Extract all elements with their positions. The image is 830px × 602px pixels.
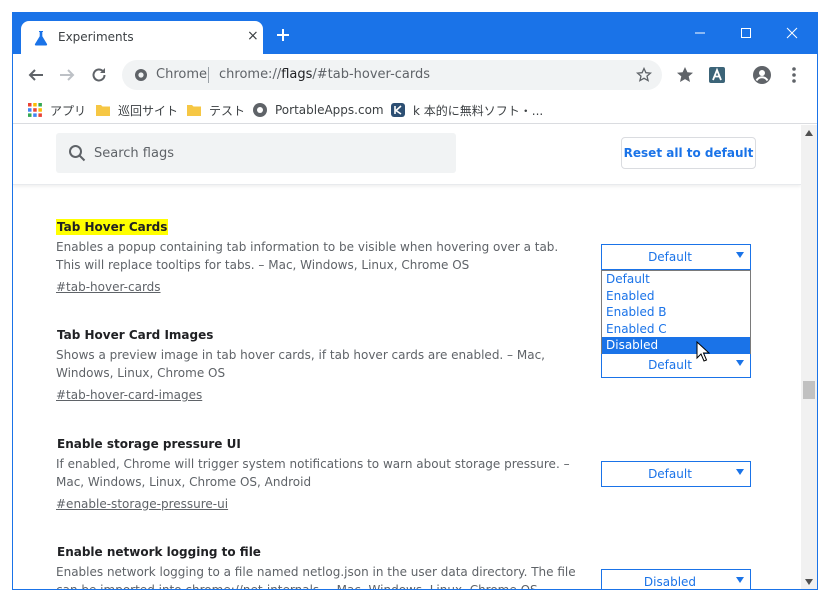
url-host: flags [281,67,313,82]
experiment-description: Shows a preview image in tab hover cards… [56,348,545,380]
experiment-description: Enables network logging to a file named … [56,565,576,590]
dropdown-option-disabled[interactable]: Disabled [602,337,750,354]
tab-title: Experiments [58,30,134,44]
experiment-description: If enabled, Chrome will trigger system n… [56,457,570,489]
bookmark-apps[interactable]: アプリ [27,101,86,119]
experiment-permalink[interactable]: #tab-hover-cards [56,278,161,296]
bookmark-star-icon[interactable] [636,67,652,83]
experiment-tab-hover-card-images: Tab Hover Card Images Shows a preview im… [56,327,596,404]
scrollbar-thumb[interactable] [803,381,815,399]
bookmark-portableapps[interactable]: PortableApps.com [252,101,384,119]
chrome-icon [135,69,147,81]
experiment-select-tab-hover-card-images[interactable]: Default [601,352,751,378]
select-dropdown-list: Default Enabled Enabled B Enabled C Disa… [601,270,751,354]
maximize-icon[interactable] [723,19,769,47]
experiment-enable-storage-pressure-ui: Enable storage pressure UI If enabled, C… [56,436,596,513]
tab-strip: Experiments × [13,13,817,54]
mouse-cursor-icon [696,341,710,362]
account-avatar-icon[interactable] [752,65,772,85]
browser-window: Experiments × Chrome chrome://flags/#tab… [12,12,818,590]
search-box[interactable] [56,133,456,173]
address-bar[interactable]: Chrome chrome://flags/#tab-hover-cards [122,60,662,90]
k-site-icon [391,103,405,117]
dropdown-option-enabled-b[interactable]: Enabled B [602,304,750,321]
experiment-tab-hover-cards: Tab Hover Cards Enables a popup containi… [56,219,596,296]
experiment-description: Enables a popup containing tab informati… [56,240,559,272]
bookmark-label: PortableApps.com [275,103,384,117]
dropdown-arrow-icon [736,360,744,366]
back-arrow-icon[interactable] [27,66,45,84]
toolbar: Chrome chrome://flags/#tab-hover-cards [13,54,817,96]
reset-all-button[interactable]: Reset all to default [621,137,756,169]
select-value: Disabled [643,575,697,589]
dropdown-option-enabled[interactable]: Enabled [602,288,750,305]
dropdown-option-enabled-c[interactable]: Enabled C [602,321,750,338]
dropdown-arrow-icon [736,252,744,258]
experiment-select-storage-pressure[interactable]: Default [601,461,751,487]
apps-grid-icon [28,103,42,117]
experiment-select-tab-hover-cards[interactable]: Default [601,244,751,270]
select-value: Default [648,358,692,372]
experiment-permalink[interactable]: #enable-storage-pressure-ui [56,495,228,513]
experiment-title: Tab Hover Card Images [57,328,214,342]
font-a-extension-icon[interactable] [707,65,727,85]
flags-page: Reset all to default Tab Hover Cards Ena… [13,125,801,590]
vertical-scrollbar[interactable] [801,125,817,589]
tab-close-icon[interactable]: × [247,28,259,44]
bookmark-label: アプリ [50,103,87,118]
folder-icon [187,105,201,116]
search-input[interactable] [94,133,444,173]
tab-experiments[interactable]: Experiments × [21,21,263,54]
experiment-enable-network-logging: Enable network logging to file Enables n… [56,544,596,590]
experiment-title: Enable network logging to file [57,545,261,559]
new-tab-icon[interactable] [275,27,291,43]
select-value: Default [648,250,692,264]
menu-kebab-icon[interactable] [784,65,804,85]
dropdown-arrow-icon [736,469,744,475]
bookmark-label: k 本的に無料ソフト・... [413,103,544,118]
dropdown-arrow-icon [736,577,744,583]
minimize-icon[interactable] [677,19,723,47]
url-scheme: chrome:// [219,67,282,82]
scroll-down-arrow-icon[interactable] [805,579,813,585]
bookmark-k-site[interactable]: k 本的に無料ソフト・... [390,101,543,119]
experiment-select-network-logging[interactable]: Disabled [601,569,751,589]
experiment-title: Enable storage pressure UI [57,437,241,451]
folder-icon [96,105,110,116]
star-extension-icon[interactable] [675,65,695,85]
bookmark-folder-patrol[interactable]: 巡回サイト [95,101,178,119]
scroll-up-arrow-icon[interactable] [805,130,813,136]
portableapps-icon [253,103,267,117]
omnibox-separator [208,67,209,83]
close-icon[interactable] [769,19,815,47]
dropdown-option-default[interactable]: Default [602,271,750,288]
search-icon [69,145,86,162]
forward-arrow-icon[interactable] [58,66,76,84]
bookmarks-bar: アプリ 巡回サイト テスト PortableApps.com k 本的に無料ソフ… [13,96,817,124]
omnibox-site-label: Chrome [156,67,207,82]
select-value: Default [648,467,692,481]
flask-icon [34,31,48,46]
bookmark-label: 巡回サイト [118,103,179,118]
experiment-title: Tab Hover Cards [56,219,169,235]
flags-header: Reset all to default [13,125,801,185]
url-path: /#tab-hover-cards [312,67,431,82]
bookmark-folder-test[interactable]: テスト [186,101,245,119]
omnibox-url[interactable]: chrome://flags/#tab-hover-cards [219,67,430,82]
reload-icon[interactable] [90,66,108,84]
bookmark-label: テスト [209,103,246,118]
experiment-permalink[interactable]: #tab-hover-card-images [56,386,202,404]
